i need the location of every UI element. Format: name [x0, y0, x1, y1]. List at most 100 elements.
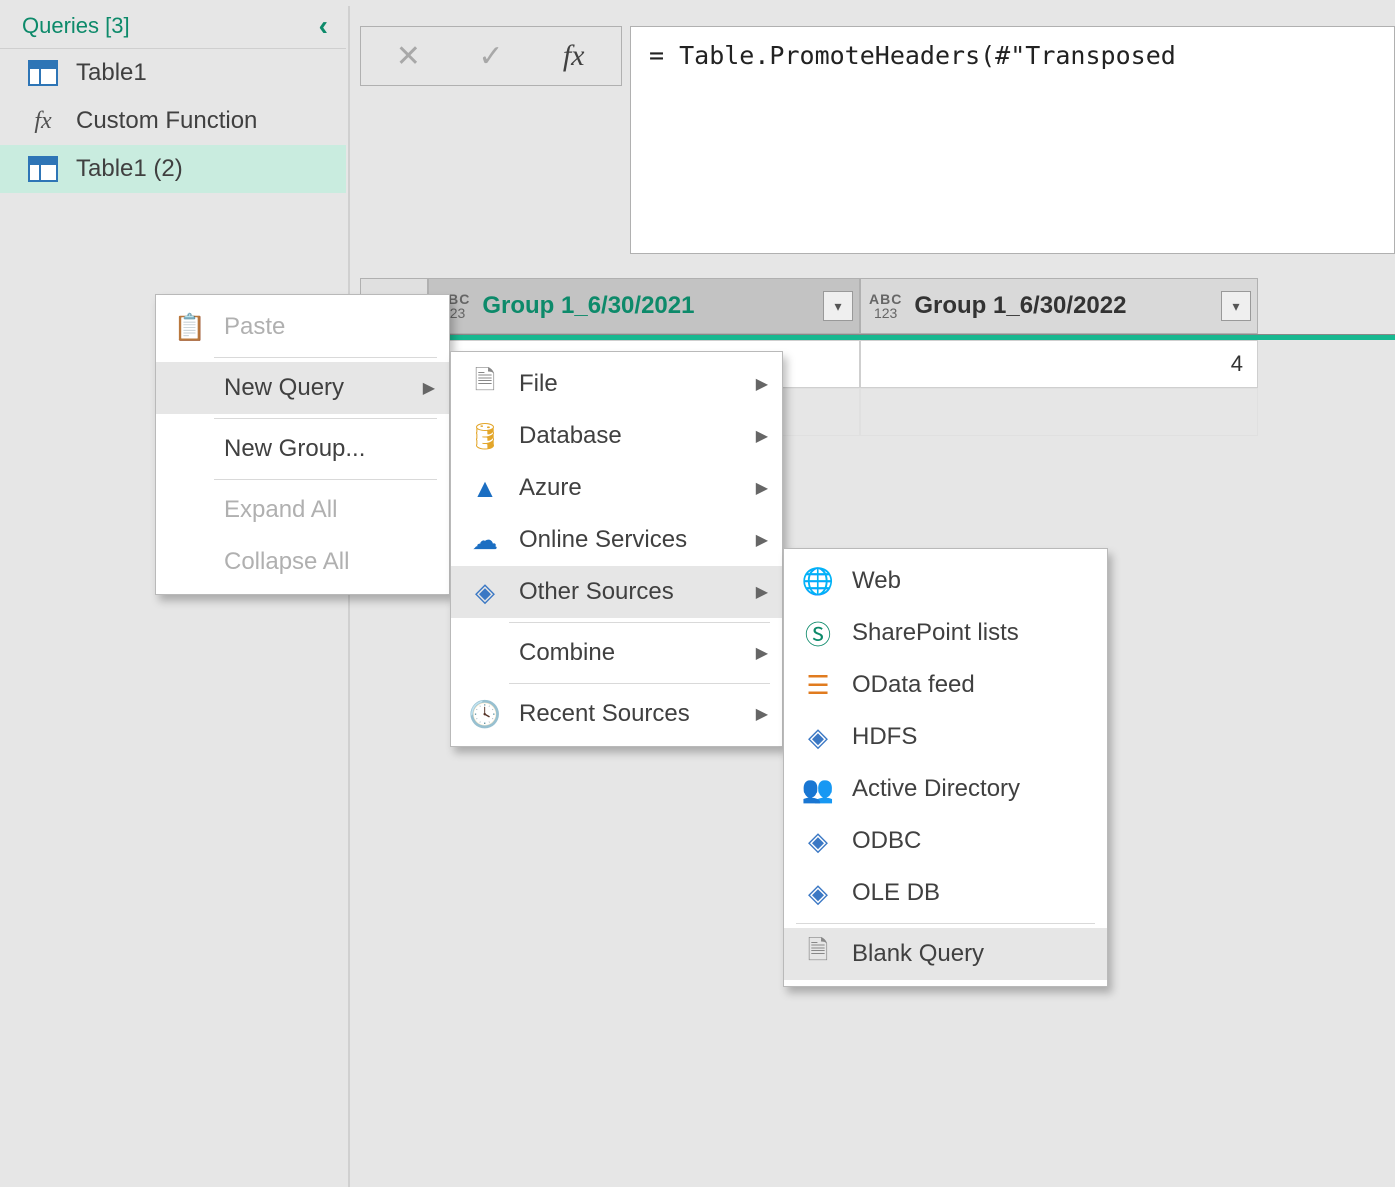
formula-input[interactable]: = Table.PromoteHeaders(#"Transposed: [630, 26, 1395, 254]
other-sources-submenu: 🌐 Web Ⓢ SharePoint lists ☰ OData feed ◈ …: [783, 548, 1108, 987]
column-filter-dropdown[interactable]: ▾: [823, 291, 853, 321]
menu-item-odbc[interactable]: ◈ ODBC: [784, 815, 1107, 867]
hdfs-icon: ◈: [802, 721, 834, 753]
query-item-table1[interactable]: Table1: [0, 49, 346, 97]
menu-item-label: OData feed: [852, 671, 975, 699]
menu-item-other-sources[interactable]: ◈ Other Sources ▶: [451, 566, 782, 618]
cloud-icon: ☁: [469, 524, 501, 556]
menu-item-sharepoint-lists[interactable]: Ⓢ SharePoint lists: [784, 607, 1107, 659]
column-title: Group 1_6/30/2022: [910, 292, 1221, 320]
table-icon: [28, 60, 58, 86]
menu-separator: [796, 923, 1095, 924]
submenu-arrow-icon: ▶: [756, 704, 768, 724]
menu-item-online-services[interactable]: ☁ Online Services ▶: [451, 514, 782, 566]
collapse-panel-icon[interactable]: ‹: [319, 10, 328, 42]
menu-item-label: Web: [852, 567, 901, 595]
grid-cell-blank: [860, 388, 1258, 436]
menu-item-active-directory[interactable]: 👥 Active Directory: [784, 763, 1107, 815]
azure-icon: ▲: [469, 472, 501, 504]
menu-item-oledb[interactable]: ◈ OLE DB: [784, 867, 1107, 919]
odbc-icon: ◈: [802, 825, 834, 857]
oledb-icon: ◈: [802, 877, 834, 909]
menu-item-recent-sources[interactable]: 🕓 Recent Sources ▶: [451, 688, 782, 740]
menu-item-file[interactable]: 🗎 File ▶: [451, 358, 782, 410]
type-badge-icon[interactable]: ABC123: [861, 292, 910, 320]
recent-icon: 🕓: [469, 698, 501, 730]
web-icon: 🌐: [802, 565, 834, 597]
menu-item-paste[interactable]: 📋 Paste: [156, 301, 449, 353]
menu-item-label: Recent Sources: [519, 700, 690, 728]
menu-item-new-group[interactable]: New Group...: [156, 423, 449, 475]
commit-formula-button[interactable]: ✓: [463, 39, 519, 74]
submenu-arrow-icon: ▶: [756, 582, 768, 602]
cancel-formula-button[interactable]: ✕: [380, 39, 436, 74]
menu-item-label: Expand All: [224, 496, 337, 524]
menu-item-web[interactable]: 🌐 Web: [784, 555, 1107, 607]
menu-item-label: Online Services: [519, 526, 687, 554]
fx-button[interactable]: fx: [546, 39, 602, 73]
file-icon: 🗎: [469, 368, 501, 400]
menu-item-label: ODBC: [852, 827, 921, 855]
odata-icon: ☰: [802, 669, 834, 701]
blank-icon: [174, 494, 206, 526]
menu-item-label: New Group...: [224, 435, 365, 463]
menu-item-label: OLE DB: [852, 879, 940, 907]
panel-divider: [348, 6, 350, 1187]
formula-toolbar: ✕ ✓ fx: [360, 26, 622, 86]
menu-item-label: Active Directory: [852, 775, 1020, 803]
submenu-arrow-icon: ▶: [756, 478, 768, 498]
menu-separator: [214, 479, 437, 480]
menu-separator: [509, 622, 770, 623]
blank-icon: [174, 433, 206, 465]
submenu-arrow-icon: ▶: [423, 378, 435, 398]
query-item-label: Custom Function: [76, 107, 257, 135]
blank-icon: [174, 546, 206, 578]
new-query-submenu: 🗎 File ▶ 🛢 Database ▶ ▲ Azure ▶ ☁ Online…: [450, 351, 783, 747]
queries-panel-header[interactable]: Queries [3] ‹: [0, 0, 346, 49]
query-item-table1-2[interactable]: Table1 (2): [0, 145, 346, 193]
menu-item-collapse-all[interactable]: Collapse All: [156, 536, 449, 588]
grid-cell[interactable]: 4: [860, 340, 1258, 388]
blank-icon: [469, 637, 501, 669]
query-item-label: Table1: [76, 59, 147, 87]
query-item-label: Table1 (2): [76, 155, 183, 183]
paste-icon: 📋: [174, 311, 206, 343]
menu-item-label: Blank Query: [852, 940, 984, 968]
menu-item-label: Paste: [224, 313, 285, 341]
menu-item-azure[interactable]: ▲ Azure ▶: [451, 462, 782, 514]
submenu-arrow-icon: ▶: [756, 426, 768, 446]
query-item-custom-function[interactable]: fx Custom Function: [0, 97, 346, 145]
formula-area: ✕ ✓ fx = Table.PromoteHeaders(#"Transpos…: [360, 26, 1395, 254]
blank-icon: [174, 372, 206, 404]
other-sources-icon: ◈: [469, 576, 501, 608]
menu-item-label: Database: [519, 422, 622, 450]
menu-item-hdfs[interactable]: ◈ HDFS: [784, 711, 1107, 763]
column-title: Group 1_6/30/2021: [478, 292, 823, 320]
column-header-group1-2021[interactable]: ABC123 Group 1_6/30/2021 ▾: [428, 278, 860, 334]
submenu-arrow-icon: ▶: [756, 643, 768, 663]
menu-separator: [214, 357, 437, 358]
menu-separator: [214, 418, 437, 419]
menu-item-database[interactable]: 🛢 Database ▶: [451, 410, 782, 462]
column-header-group1-2022[interactable]: ABC123 Group 1_6/30/2022 ▾: [860, 278, 1258, 334]
sharepoint-icon: Ⓢ: [802, 617, 834, 649]
menu-item-new-query[interactable]: New Query ▶: [156, 362, 449, 414]
grid-header-row: ABC123 Group 1_6/30/2021 ▾ ABC123 Group …: [360, 278, 1395, 334]
menu-item-blank-query[interactable]: 🗎 Blank Query: [784, 928, 1107, 980]
menu-item-combine[interactable]: Combine ▶: [451, 627, 782, 679]
active-directory-icon: 👥: [802, 773, 834, 805]
menu-item-odata-feed[interactable]: ☰ OData feed: [784, 659, 1107, 711]
menu-item-label: SharePoint lists: [852, 619, 1019, 647]
table-icon: [28, 156, 58, 182]
menu-item-label: File: [519, 370, 558, 398]
queries-context-menu: 📋 Paste New Query ▶ New Group... Expand …: [155, 294, 450, 595]
menu-item-label: Other Sources: [519, 578, 674, 606]
blank-query-icon: 🗎: [802, 938, 834, 970]
queries-panel-title: Queries [3]: [22, 13, 130, 39]
menu-item-expand-all[interactable]: Expand All: [156, 484, 449, 536]
database-icon: 🛢: [469, 420, 501, 452]
menu-item-label: Azure: [519, 474, 582, 502]
column-filter-dropdown[interactable]: ▾: [1221, 291, 1251, 321]
menu-item-label: HDFS: [852, 723, 917, 751]
fx-icon: fx: [28, 108, 58, 134]
